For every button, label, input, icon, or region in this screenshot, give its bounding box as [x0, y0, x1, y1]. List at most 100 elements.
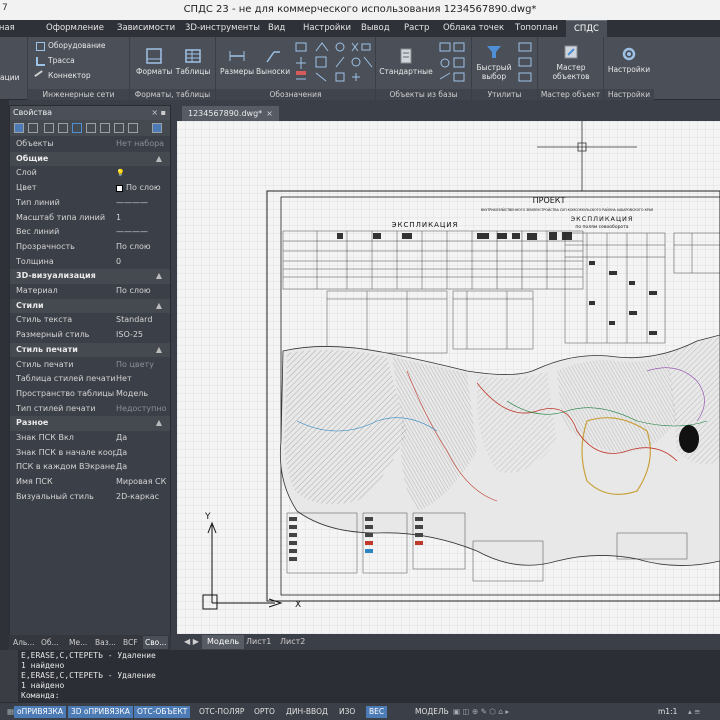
property-value[interactable]: Да: [116, 460, 168, 475]
property-row[interactable]: Пространство таблицы с...Модель: [10, 387, 170, 402]
status-menu-icons[interactable]: ▴ ≡: [685, 706, 703, 718]
property-value[interactable]: 2D-каркас: [116, 490, 168, 505]
command-line-handle[interactable]: [0, 650, 18, 702]
panel-tab-2[interactable]: Об...: [39, 636, 61, 649]
close-icon[interactable]: × ▪: [151, 106, 166, 120]
property-value[interactable]: По слою: [126, 181, 178, 196]
property-row[interactable]: ПСК в каждом ВЭкране Да: [10, 460, 170, 475]
property-value[interactable]: Нет набора: [116, 137, 168, 152]
status-iso[interactable]: ИЗО: [336, 706, 358, 718]
filter-icon[interactable]: [72, 123, 82, 133]
copy-props-icon[interactable]: [100, 123, 110, 133]
property-row[interactable]: Таблица стилей печати Нет: [10, 372, 170, 387]
property-row[interactable]: Стиль печати По цвету: [10, 358, 170, 373]
panel-tab-3[interactable]: Ме...: [67, 636, 89, 649]
panel-tab-1[interactable]: Аль...: [11, 636, 37, 649]
property-row[interactable]: Тип линий ————: [10, 196, 170, 211]
panel-tab-properties[interactable]: Сво...: [143, 636, 169, 649]
layout-tab-model[interactable]: Модель: [202, 635, 245, 649]
property-row[interactable]: Толщина 0: [10, 255, 170, 270]
status-tools-icons[interactable]: ▣ ◫ ⊕ ✎ ⬡ ⌂ ▸: [450, 706, 512, 718]
property-row[interactable]: Слой 💡: [10, 166, 170, 181]
property-value[interactable]: ISO-25: [116, 328, 168, 343]
settings-button[interactable]: Настройки: [606, 45, 652, 74]
layout-tab-sheet2[interactable]: Лист2: [275, 635, 310, 649]
property-value[interactable]: Модель: [116, 387, 168, 402]
properties-section[interactable]: Стили ▲: [10, 298, 170, 314]
status-ortho[interactable]: ОРТО: [251, 706, 278, 718]
tables-button[interactable]: Таблицы: [174, 47, 212, 76]
equipment-button[interactable]: Оборудование: [36, 41, 106, 51]
quick-select-icon[interactable]: [44, 123, 54, 133]
drawing-canvas[interactable]: ПРОЕКТ ВНУТРИХОЗЯЙСТВЕННОГО ЗЕМЛЕУСТРОЙС…: [177, 121, 720, 634]
property-row[interactable]: Материал По слою: [10, 284, 170, 299]
property-row[interactable]: Стиль текста Standard: [10, 313, 170, 328]
tab-3d-tools[interactable]: 3D-инструменты: [185, 20, 260, 37]
status-dyn-input[interactable]: ДИН-ВВОД: [283, 706, 331, 718]
document-tab[interactable]: 1234567890.dwg* ×: [182, 106, 279, 121]
tab-output[interactable]: Вывод: [361, 20, 390, 37]
utilities-small-icons[interactable]: [516, 41, 536, 85]
property-row[interactable]: Тип стилей печати Недоступно: [10, 402, 170, 417]
status-otrack[interactable]: ОТС-ОБЪЕКТ: [134, 706, 191, 718]
collapse-icon[interactable]: ▲: [156, 269, 162, 284]
tab-formatting[interactable]: Оформление: [46, 20, 104, 37]
collapse-icon[interactable]: ▲: [156, 343, 162, 358]
property-value[interactable]: Мировая СК: [116, 475, 168, 490]
collapse-icon[interactable]: ▲: [156, 299, 162, 314]
property-value[interactable]: Недоступно: [116, 402, 168, 417]
designation-tools-grid[interactable]: [294, 41, 374, 85]
annotations-button[interactable]: ации: [0, 73, 19, 82]
tab-raster[interactable]: Растр: [404, 20, 429, 37]
pointer-icon[interactable]: [28, 123, 38, 133]
object-master-button[interactable]: Мастер объектов: [542, 43, 600, 81]
status-osnap[interactable]: оПРИВЯЗКА: [14, 706, 66, 718]
command-prompt[interactable]: Команда:: [21, 691, 60, 700]
property-row[interactable]: Цвет По слою: [10, 181, 170, 196]
property-value[interactable]: 1: [116, 211, 168, 226]
properties-section[interactable]: 3D-визуализация ▲: [10, 269, 170, 284]
property-row[interactable]: Прозрачность По слою: [10, 240, 170, 255]
collapse-icon[interactable]: ▲: [156, 416, 162, 431]
formats-button[interactable]: Форматы: [136, 47, 172, 76]
properties-section[interactable]: Разное ▲: [10, 416, 170, 431]
property-value[interactable]: Standard: [116, 313, 168, 328]
property-value[interactable]: По цвету: [116, 358, 168, 373]
property-value[interactable]: ————: [116, 196, 168, 211]
tab-topoplan[interactable]: Топоплан: [515, 20, 558, 37]
base-objects-small-icons[interactable]: [438, 41, 468, 85]
quick-select-button[interactable]: Быстрый выбор: [474, 43, 514, 81]
leaders-button[interactable]: Выноски: [256, 47, 290, 76]
status-lineweight[interactable]: ВЕС: [366, 706, 388, 718]
property-row[interactable]: Имя ПСК Мировая СК: [10, 475, 170, 490]
status-scale[interactable]: m1:1: [655, 706, 680, 718]
property-row[interactable]: Масштаб типа линий 1: [10, 211, 170, 226]
property-row[interactable]: Знак ПСК Вкл Да: [10, 431, 170, 446]
standard-button[interactable]: Стандартные: [378, 47, 434, 76]
route-button[interactable]: Трасса: [36, 56, 75, 66]
cursor-icon[interactable]: [152, 123, 162, 133]
property-row[interactable]: Вес линий ————: [10, 225, 170, 240]
tab-main[interactable]: Главная: [0, 20, 15, 37]
property-value[interactable]: ————: [116, 225, 168, 240]
toggle-pickadd-icon[interactable]: [58, 123, 68, 133]
property-value[interactable]: Нет: [116, 372, 168, 387]
panel-tab-bcf[interactable]: BCF: [121, 636, 140, 649]
status-3d-osnap[interactable]: 3D оПРИВЯЗКА: [68, 706, 133, 718]
options-icon[interactable]: [128, 123, 138, 133]
command-line[interactable]: E,ERASE,C,СТЕРЕТЬ - Удаление 1 найдено E…: [0, 650, 720, 702]
tab-constraints[interactable]: Зависимости: [117, 20, 175, 37]
tab-point-clouds[interactable]: Облака точек: [443, 20, 504, 37]
tab-settings[interactable]: Настройки: [303, 20, 351, 37]
property-value[interactable]: 0: [116, 255, 168, 270]
property-row[interactable]: Размерный стиль ISO-25: [10, 328, 170, 343]
panel-tab-4[interactable]: Ваз...: [93, 636, 118, 649]
property-value[interactable]: Да: [116, 431, 168, 446]
close-icon[interactable]: ×: [266, 109, 273, 118]
property-value[interactable]: По слою: [116, 284, 168, 299]
paste-props-icon[interactable]: [114, 123, 124, 133]
layout-tab-sheet1[interactable]: Лист1: [241, 635, 276, 649]
select-objects-icon[interactable]: [14, 123, 24, 133]
property-value[interactable]: Да: [116, 446, 168, 461]
status-polar[interactable]: ОТС-ПОЛЯР: [196, 706, 247, 718]
